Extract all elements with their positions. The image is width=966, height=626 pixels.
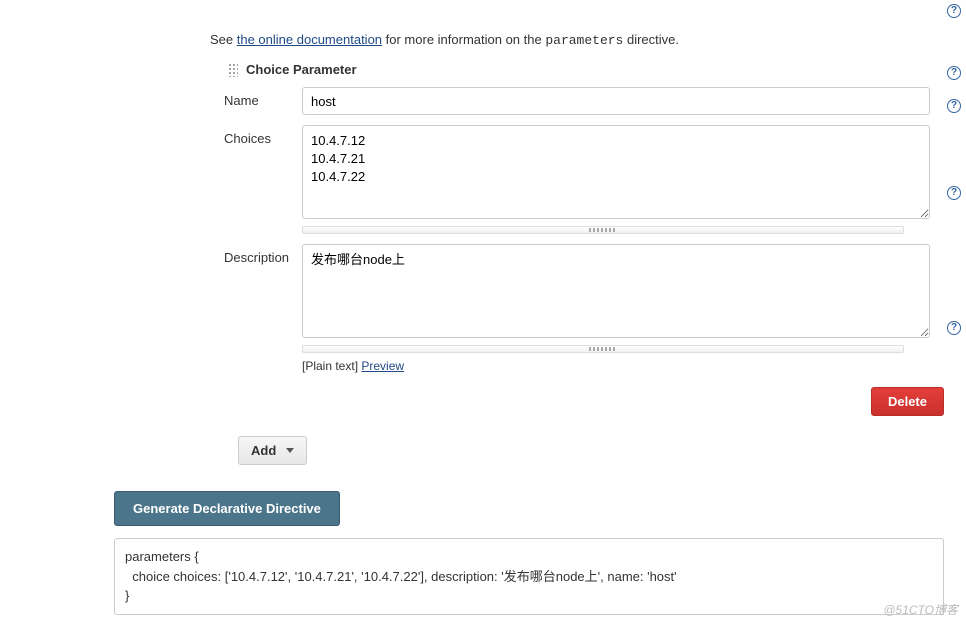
help-icon[interactable] [947,321,961,335]
generate-directive-button[interactable]: Generate Declarative Directive [114,491,340,526]
add-button[interactable]: Add [238,436,307,465]
resize-grip-icon[interactable] [302,226,904,234]
chevron-down-icon [286,448,294,453]
choices-label: Choices [224,125,302,146]
drag-handle-icon[interactable] [228,63,238,77]
preview-link[interactable]: Preview [361,359,404,373]
delete-button[interactable]: Delete [871,387,944,416]
parameter-type-title: Choice Parameter [246,62,357,77]
name-label: Name [224,87,302,108]
resize-grip-icon[interactable] [302,345,904,353]
info-text: See the online documentation for more in… [210,32,956,48]
description-label: Description [224,244,302,265]
help-icon[interactable] [947,99,961,113]
name-input[interactable] [302,87,930,115]
doc-link[interactable]: the online documentation [237,32,382,47]
help-icon[interactable] [947,186,961,200]
help-icon[interactable] [947,66,961,80]
plain-text-label: [Plain text] [302,359,361,373]
add-button-label: Add [251,443,276,458]
watermark: @51CTO博客 [883,601,958,618]
choices-textarea[interactable] [302,125,930,219]
directive-output: parameters { choice choices: ['10.4.7.12… [114,538,944,615]
description-textarea[interactable] [302,244,930,338]
help-icon[interactable] [947,4,961,18]
